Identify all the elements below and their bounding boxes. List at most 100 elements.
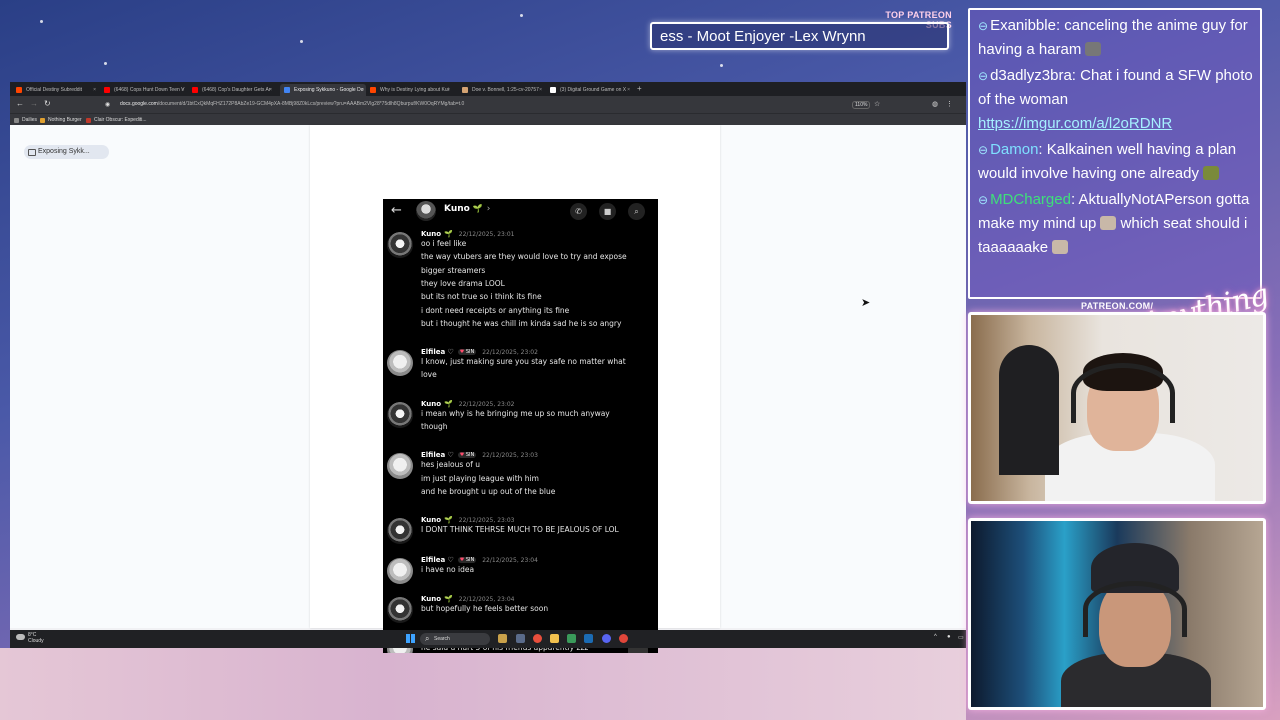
task-view-icon[interactable]	[516, 634, 525, 643]
browser-tab[interactable]: Exposing Sykkuno - Google Do ×	[280, 84, 366, 96]
search-icon: ⌕	[628, 203, 645, 220]
tab-close-icon[interactable]: ×	[181, 87, 184, 93]
message-author: Kuno	[421, 594, 442, 603]
bookmark-star-icon[interactable]: ☆	[874, 100, 880, 108]
browser-tab[interactable]: Doe v. Bonnell, 1:25-cv-20757 ×	[458, 84, 544, 96]
chat-emote-icon	[1202, 166, 1219, 180]
file-explorer-icon[interactable]	[550, 634, 559, 643]
message-author: Elfilea	[421, 348, 446, 357]
tab-favicon-icon	[192, 87, 198, 93]
back-icon[interactable]: ←	[16, 99, 24, 108]
browser-tab[interactable]: (6468) Cop's Daughter Gets Ar ×	[188, 84, 274, 96]
chat-colon: :	[1038, 141, 1047, 158]
chat-link[interactable]: https://imgur.com/a/l2oRDNR	[978, 115, 1172, 132]
tab-close-icon[interactable]: ×	[627, 87, 630, 93]
tab-close-icon[interactable]: ×	[539, 87, 542, 93]
browser-tab[interactable]: (6468) Cops Hunt Down Teen V ×	[100, 84, 186, 96]
avatar	[387, 518, 413, 545]
message-header: Kuno 🌱 22/12/2025, 23:01	[421, 230, 514, 238]
chat-username[interactable]: Damon	[990, 141, 1038, 158]
discord-icon[interactable]	[602, 634, 611, 643]
chat-username[interactable]: MDCharged	[990, 191, 1071, 208]
stream-chat-panel: ⊖ Exanibble: canceling the anime guy for …	[968, 8, 1262, 299]
headset-icon	[1071, 363, 1175, 423]
background-star	[300, 40, 303, 43]
steam-icon[interactable]	[584, 634, 593, 643]
tab-close-icon[interactable]: ×	[269, 87, 272, 93]
extensions-icon[interactable]: ◍	[932, 100, 938, 108]
chat-message: ⊖ Exanibble: canceling the anime guy for …	[978, 14, 1254, 62]
bookmark-icon	[40, 118, 45, 123]
new-tab-button[interactable]: +	[637, 84, 642, 93]
menu-icon[interactable]: ⋮	[946, 100, 953, 108]
message-line: though	[421, 421, 448, 431]
app-icon[interactable]	[498, 634, 507, 643]
back-arrow-icon: ←	[391, 203, 402, 218]
tab-label: (6468) Cop's Daughter Gets Ar	[202, 87, 271, 93]
message-line: hes jealous of u	[421, 460, 481, 470]
tab-close-icon[interactable]: ×	[447, 87, 450, 93]
role-tag: SIN	[457, 556, 477, 563]
message-header: Elfilea ♡SIN 22/12/2025, 23:02	[421, 348, 538, 356]
message-line: and he brought u up out of the blue	[421, 486, 556, 496]
app-icon[interactable]	[567, 634, 576, 643]
browser-tab[interactable]: Official Destiny Subreddit ×	[12, 84, 98, 96]
tab-label: (6468) Cops Hunt Down Teen V	[114, 87, 185, 93]
browser-window: + Official Destiny Subreddit × (6468) Cops…	[10, 82, 966, 653]
tab-label: Official Destiny Subreddit	[26, 87, 83, 93]
browser-app-icon[interactable]	[533, 634, 542, 643]
message-author: Elfilea	[421, 451, 446, 460]
weather-widget[interactable]: 8°C Cloudy	[28, 632, 44, 644]
message-line: they love drama LOOL	[421, 278, 505, 288]
top-patreon-subs-ticker: ess - Moot Enjoyer -Lex Wrynn	[650, 22, 949, 50]
site-info-icon[interactable]: ◉	[105, 101, 110, 108]
bookmark-item[interactable]: Nothing Burger	[40, 117, 82, 123]
chat-emote-icon	[1052, 240, 1069, 254]
heart-icon: ♡	[445, 555, 454, 564]
sprout-icon: 🌱	[472, 204, 483, 213]
bookmark-item[interactable]: Clair Obscur: Expediti...	[86, 117, 147, 123]
chrome-icon[interactable]	[619, 634, 628, 643]
monitor-icon[interactable]: ▭	[958, 634, 964, 641]
tab-favicon-icon	[284, 87, 290, 93]
bookmark-icon	[14, 118, 19, 123]
microphone-icon[interactable]: ●	[947, 634, 951, 640]
chat-colon: :	[1071, 67, 1081, 84]
tab-close-icon[interactable]: ×	[361, 87, 364, 93]
tab-close-icon[interactable]: ×	[93, 87, 96, 93]
bookmark-item[interactable]: Dailies	[14, 117, 37, 123]
sprout-icon: 🌱	[444, 594, 453, 603]
document-outline-item[interactable]: Exposing Sykk...	[24, 145, 109, 159]
bookmark-label: Clair Obscur: Expediti...	[94, 117, 147, 123]
chat-username[interactable]: Exanibble	[990, 17, 1056, 34]
sprout-icon: 🌱	[444, 399, 453, 408]
tray-chevron-icon[interactable]: ^	[934, 634, 937, 640]
message-line: im just playing league with him	[421, 473, 539, 483]
windows-start-icon[interactable]	[406, 634, 415, 643]
chat-username[interactable]: d3adlyz3bra	[990, 67, 1072, 84]
mouse-cursor-icon: ➤	[861, 297, 871, 309]
tab-favicon-icon	[370, 87, 376, 93]
role-tag: SIN	[457, 349, 477, 356]
message-timestamp: 22/12/2025, 23:02	[482, 349, 538, 357]
message-line: but its not true so i think its fine	[421, 292, 542, 302]
bookmark-icon	[86, 118, 91, 123]
discord-channel-name: Kuno 🌱 ›	[444, 204, 490, 214]
message-author: Kuno	[421, 399, 442, 408]
chat-message: ⊖ Damon: Kalkainen well having a plan wou…	[978, 138, 1254, 186]
browser-tab[interactable]: Why is Destiny Lying about Kui ×	[366, 84, 452, 96]
tab-label: Why is Destiny Lying about Kui	[380, 87, 449, 93]
message-timestamp: 22/12/2025, 23:03	[458, 517, 515, 525]
reload-icon[interactable]: ↻	[44, 99, 51, 108]
tab-label: Exposing Sykkuno - Google Do	[294, 87, 364, 93]
heart-icon: ♡	[445, 348, 454, 357]
bookmark-label: Nothing Burger	[48, 117, 82, 123]
zoom-indicator[interactable]: 110%	[852, 101, 871, 109]
message-line: oo i feel like	[421, 239, 467, 248]
taskbar-search[interactable]: Search	[420, 633, 490, 645]
discord-screenshot: ← Kuno 🌱 › ✆ ■ ⌕ Kuno 🌱 22/12/2025, 23:01 oo …	[383, 199, 658, 653]
background-star	[40, 20, 43, 23]
browser-tab[interactable]: (3) Digital Ground Game on X ×	[546, 84, 632, 96]
forward-icon[interactable]: →	[30, 99, 38, 108]
url-field[interactable]: docs.google.com/document/d/1btCxQkMqFHZ1…	[120, 101, 464, 107]
